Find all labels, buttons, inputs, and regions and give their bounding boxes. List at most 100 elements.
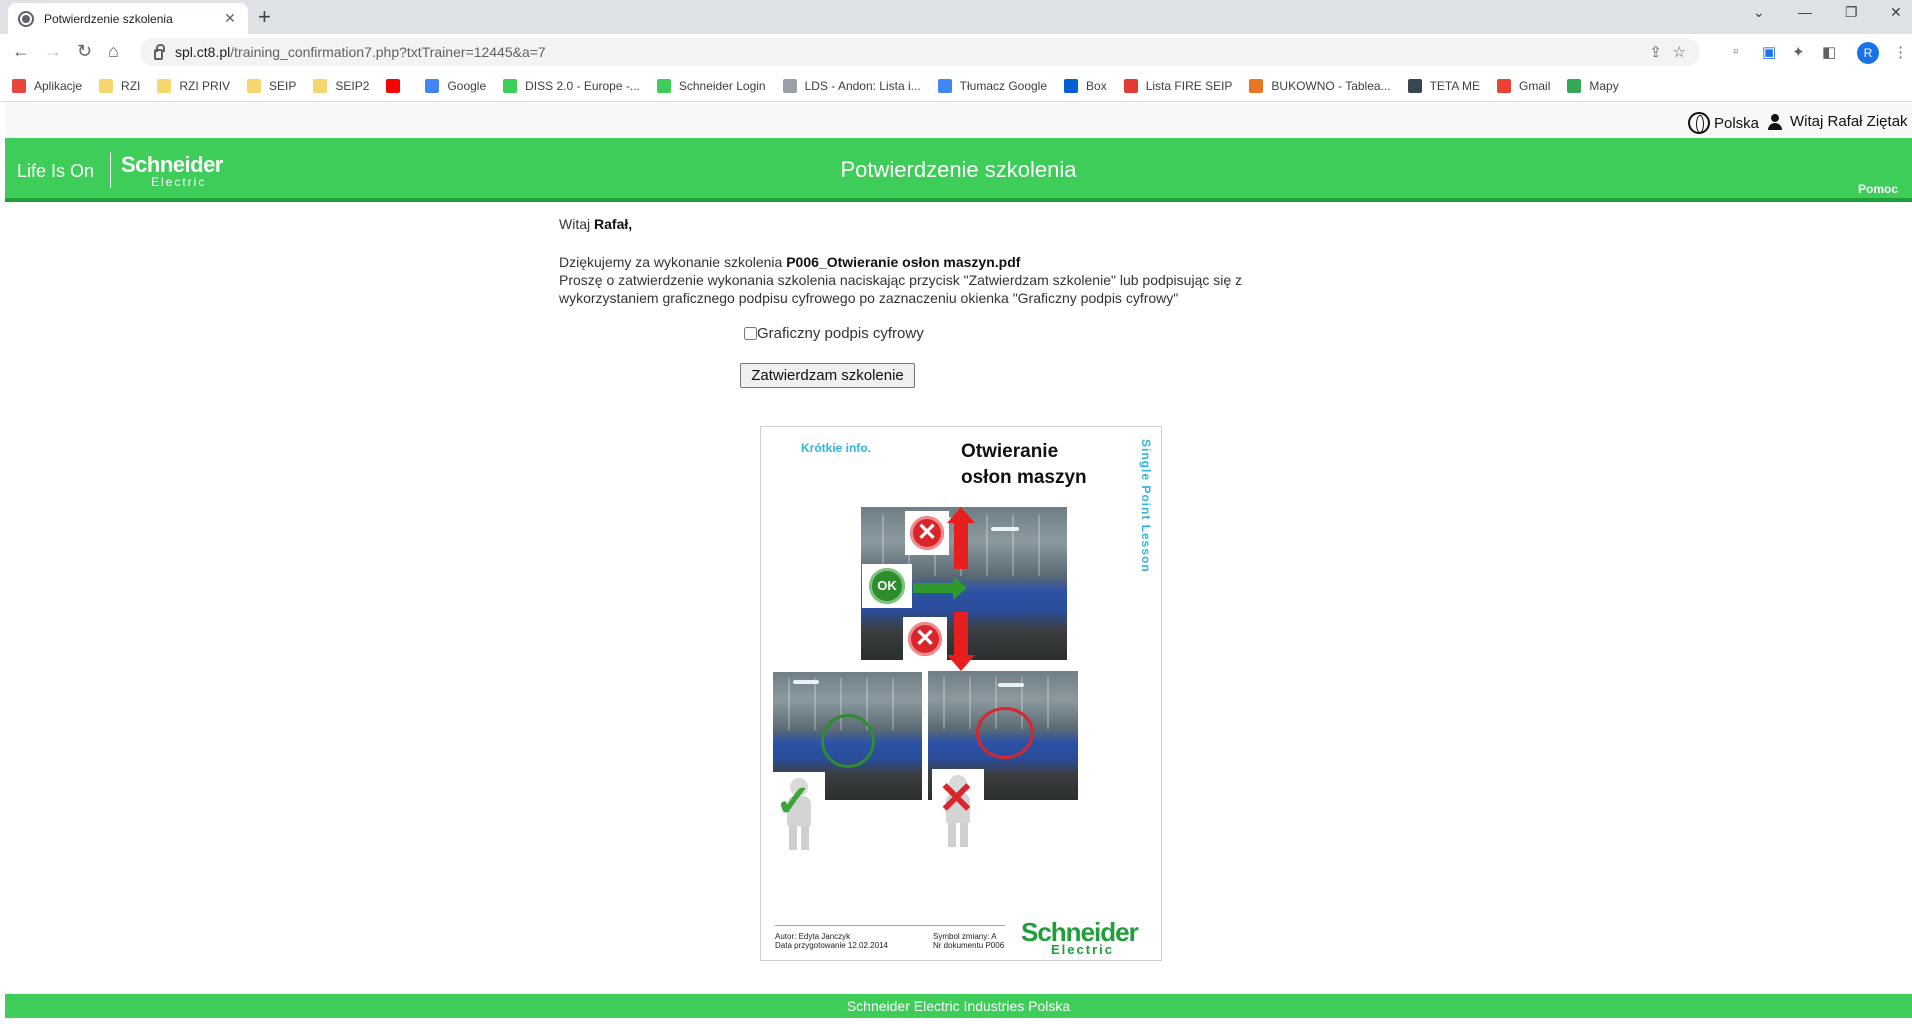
address-bar[interactable]: spl.ct8.pl /training_confirmation7.php?t… xyxy=(140,38,1700,66)
bookmark-label: DISS 2.0 - Europe -... xyxy=(525,78,640,93)
translate-icon xyxy=(937,78,952,93)
youtube-icon xyxy=(386,78,401,93)
bookmark-item[interactable]: RZI PRIV xyxy=(157,78,231,93)
page-footer: Schneider Electric Industries Polska xyxy=(5,994,1912,1018)
bookmark-star-icon[interactable]: ☆ xyxy=(1673,43,1686,61)
x-mark: ✕ xyxy=(908,622,942,656)
close-window-icon[interactable]: ✕ xyxy=(1890,4,1902,21)
extension-icon[interactable]: ▣ xyxy=(1762,43,1776,61)
user-icon xyxy=(1768,113,1782,130)
url-path: /training_confirmation7.php?txtTrainer=1… xyxy=(230,44,546,60)
arrow-down-icon xyxy=(954,612,968,657)
bookmark-label: RZI PRIV xyxy=(179,78,231,93)
bookmark-item[interactable]: Box xyxy=(1064,78,1107,93)
bookmark-item[interactable] xyxy=(386,78,408,93)
wrong-circle-mark xyxy=(976,707,1034,759)
bookmark-item[interactable]: SEIP2 xyxy=(313,78,370,93)
fire-icon xyxy=(1123,78,1138,93)
document-title-line-2: osłon maszyn xyxy=(961,467,1087,488)
bookmark-label: SEIP2 xyxy=(335,78,370,93)
bookmark-label: Schneider Login xyxy=(678,78,766,93)
help-link[interactable]: Pomoc xyxy=(1858,182,1898,196)
training-file-name: P006_Otwieranie osłon maszyn.pdf xyxy=(786,254,1021,270)
bookmark-label: Lista FIRE SEIP xyxy=(1145,78,1233,93)
bookmark-label: LDS - Andon: Lista i... xyxy=(804,78,921,93)
ok-check-icon: OK xyxy=(862,564,912,608)
change-symbol-line: Symbol zmiany: A xyxy=(933,932,997,941)
browser-tab[interactable]: Potwierdzenie szkolenia ✕ xyxy=(8,3,248,34)
maps-icon xyxy=(1567,78,1582,93)
teta-icon xyxy=(1407,78,1422,93)
user-menu[interactable]: Witaj Rafał Ziętak xyxy=(1768,113,1908,130)
digital-signature-checkbox[interactable] xyxy=(744,327,757,340)
apps-grid-icon xyxy=(12,78,26,93)
restore-icon[interactable]: ❐ xyxy=(1845,4,1858,21)
figure-leg xyxy=(789,826,797,850)
document-divider xyxy=(775,925,1005,926)
share-icon[interactable]: ⇪ xyxy=(1649,43,1662,61)
new-tab-icon[interactable]: + xyxy=(258,6,271,28)
thanks-line: Dziękujemy za wykonanie szkolenia P006_O… xyxy=(559,253,1319,271)
bookmark-item[interactable]: DISS 2.0 - Europe -... xyxy=(503,78,640,93)
forward-icon[interactable]: → xyxy=(44,42,62,60)
document-title-line-1: Otwieranie xyxy=(961,441,1059,462)
bookmark-item[interactable]: Tłumacz Google xyxy=(937,78,1047,93)
bookmark-item[interactable]: TETA ME xyxy=(1407,78,1480,93)
folder-icon xyxy=(247,78,262,93)
figure-leg xyxy=(960,823,968,847)
greeting-name: Rafał, xyxy=(594,216,633,232)
bookmark-item[interactable]: Google xyxy=(425,78,486,93)
reload-icon[interactable]: ↻ xyxy=(77,42,92,60)
minimize-icon[interactable]: — xyxy=(1798,4,1812,20)
prepared-date-line: Data przygotowanie 12.02.2014 xyxy=(775,941,888,950)
greeting: Witaj Rafał, xyxy=(559,215,1319,233)
lamp xyxy=(998,683,1024,687)
back-icon[interactable]: ← xyxy=(12,42,30,60)
url-host: spl.ct8.pl xyxy=(175,44,231,60)
language-selector[interactable]: Polska xyxy=(1688,112,1759,134)
menu-kebab-icon[interactable]: ⋮ xyxy=(1893,43,1908,61)
bookmark-item[interactable]: Mapy xyxy=(1567,78,1619,93)
ok-mark: OK xyxy=(869,568,905,604)
extensions-puzzle-icon[interactable]: ✦ xyxy=(1792,43,1805,61)
bookmark-item[interactable]: Lista FIRE SEIP xyxy=(1123,78,1233,93)
confirmation-text: Witaj Rafał, Dziękujemy za wykonanie szk… xyxy=(559,215,1319,307)
bookmark-item[interactable]: SEIP xyxy=(247,78,297,93)
extension-icon[interactable]: ▫ xyxy=(1733,43,1738,60)
profile-avatar[interactable]: R xyxy=(1857,42,1879,64)
bookmark-item[interactable]: Schneider Login xyxy=(656,78,766,93)
bookmark-item[interactable]: Gmail xyxy=(1497,78,1550,93)
digital-signature-option[interactable]: Graficzny podpis cyfrowy xyxy=(744,325,924,342)
bookmark-label: Aplikacje xyxy=(34,78,83,93)
document-number-line: Nr dokumentu P006 xyxy=(933,941,1005,950)
tab-title: Potwierdzenie szkolenia xyxy=(44,11,173,26)
document-author: Autor: Edyta Janczyk Data przygotowanie … xyxy=(775,932,888,950)
x-mark: ✕ xyxy=(910,516,944,550)
reject-figure-icon: ✕ xyxy=(932,769,984,849)
short-info-label: Krótkie info. xyxy=(801,441,872,455)
close-tab-icon[interactable]: ✕ xyxy=(222,10,238,27)
bookmark-item[interactable]: Aplikacje xyxy=(12,78,83,93)
bookmark-item[interactable]: BUKOWNO - Tablea... xyxy=(1249,78,1391,93)
bookmark-item[interactable]: RZI xyxy=(99,78,141,93)
language-label: Polska xyxy=(1714,114,1760,132)
lamp xyxy=(793,680,819,684)
arrow-up-icon xyxy=(954,519,968,569)
side-panel-icon[interactable]: ◧ xyxy=(1822,43,1836,61)
document-schneider-logo-subtitle: Electric xyxy=(1051,942,1114,957)
browser-tab-strip: Potwierdzenie szkolenia ✕ + ⌄ — ❐ ✕ xyxy=(0,0,1912,34)
bookmark-label: RZI xyxy=(121,78,141,93)
tab-search-icon[interactable]: ⌄ xyxy=(1753,4,1765,21)
arrow-right-icon xyxy=(913,583,955,593)
arrow-up-head xyxy=(947,507,975,523)
tableau-icon xyxy=(1249,78,1264,93)
digital-signature-label: Graficzny podpis cyfrowy xyxy=(757,325,924,342)
bookmark-item[interactable]: LDS - Andon: Lista i... xyxy=(782,78,921,93)
bookmark-label: SEIP xyxy=(269,78,297,93)
confirm-training-button[interactable]: Zatwierdzam szkolenie xyxy=(740,363,915,388)
document-title: Otwieranie osłon maszyn xyxy=(961,439,1087,491)
lock-icon[interactable] xyxy=(154,43,165,60)
welcome-user-label: Witaj Rafał Ziętak xyxy=(1790,113,1908,130)
figure-leg xyxy=(948,823,956,847)
home-icon[interactable]: ⌂ xyxy=(108,42,119,60)
